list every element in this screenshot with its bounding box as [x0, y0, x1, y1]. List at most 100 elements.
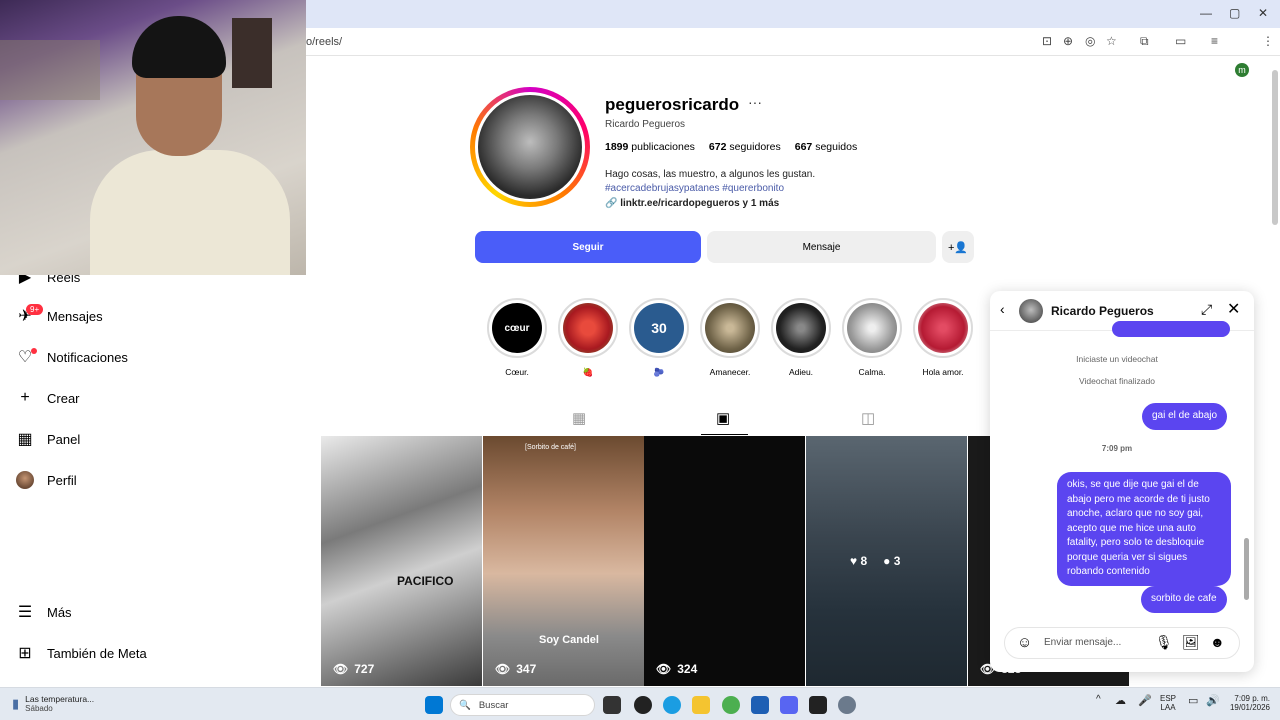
system-message: Iniciaste un videochat [1076, 354, 1158, 364]
follow-button[interactable]: Seguir [475, 231, 701, 263]
sidebar-item-mas[interactable]: ☰ Más [16, 603, 72, 621]
cloud-icon[interactable]: ☁ [1115, 694, 1126, 707]
sidebar-item-crear[interactable]: + Crear [16, 389, 80, 407]
tagged-icon[interactable]: ◫ [861, 409, 875, 427]
reels-tab-icon[interactable]: ▣ [716, 409, 730, 427]
chat-contact-name[interactable]: Ricardo Pegueros [1051, 304, 1154, 318]
start-button[interactable] [425, 696, 443, 714]
expand-icon[interactable]: ⤢ [1201, 301, 1212, 318]
message-button[interactable]: Mensaje [707, 231, 936, 263]
active-tab-indicator [701, 434, 748, 435]
message-bubble: gai el de abajo [1142, 403, 1228, 430]
posts-grid-icon[interactable]: ▦ [572, 409, 586, 427]
heart-icon: ♥ [850, 554, 858, 568]
maximize-button[interactable]: ▢ [1229, 6, 1240, 20]
app-icon[interactable] [634, 696, 652, 714]
weather-widget[interactable]: ▮ Las temperatura... Sábado [12, 694, 94, 713]
eye-icon: 👁 [495, 662, 511, 676]
reel-tile[interactable]: 👁 324 [644, 436, 805, 686]
sidebar-item-label: Panel [47, 431, 81, 447]
sidebar-item-label: Crear [47, 390, 80, 406]
chat-avatar[interactable] [1019, 299, 1043, 323]
chrome-icon[interactable] [722, 696, 740, 714]
close-window-button[interactable]: ✕ [1258, 6, 1268, 20]
store-icon[interactable] [751, 696, 769, 714]
network-icon[interactable]: ▭ [1188, 694, 1198, 707]
sidebar-item-label: Notificaciones [47, 349, 128, 365]
microphone-icon[interactable]: 🎙 [1155, 634, 1173, 651]
emoji-icon[interactable]: ☺ [1017, 634, 1032, 651]
sidebar-item-panel[interactable]: ▦ Panel [16, 430, 80, 448]
eye-icon: 👁 [656, 662, 672, 676]
sticker-icon[interactable]: ☻ [1210, 634, 1225, 650]
zoom-icon[interactable]: ⊕ [1063, 34, 1073, 48]
eye-off-icon[interactable]: ◎ [1085, 34, 1095, 48]
message-bubble: okis, se que dije que gai el de abajo pe… [1057, 472, 1231, 586]
message-bubble: sorbito de cafe [1141, 586, 1227, 613]
settings-icon[interactable] [838, 696, 856, 714]
browser-profile-avatar[interactable]: m [1235, 63, 1249, 77]
profile-stats: 1899 publicaciones 672 seguidores 667 se… [605, 141, 857, 153]
highlight-item[interactable]: Amanecer. [699, 298, 761, 377]
edge-icon[interactable] [663, 696, 681, 714]
language-indicator[interactable]: ESP LAA [1160, 694, 1176, 712]
epic-games-icon[interactable] [809, 696, 827, 714]
sidebar-item-label: También de Meta [47, 645, 147, 661]
page-scrollbar[interactable] [1272, 70, 1278, 225]
message-placeholder: Enviar mensaje... [1044, 637, 1122, 648]
profile-username: peguerosricardo [605, 95, 740, 114]
chat-panel: ‹ Ricardo Pegueros ⤢ ✕ Iniciaste un vide… [990, 291, 1254, 672]
highlight-item[interactable]: Hola amor. [912, 298, 974, 377]
sidebar-item-tambien-de-meta[interactable]: ⊞ También de Meta [16, 644, 147, 662]
message-input[interactable]: ☺ Enviar mensaje... 🎙 🖼 ☻ [1004, 627, 1240, 659]
highlight-item[interactable]: cœur Cœur. [486, 298, 548, 377]
reel-tile-hovered[interactable]: ♥ 8 ● 3 [806, 436, 967, 686]
sidebar-item-perfil[interactable]: Perfil [16, 471, 77, 489]
task-view-icon[interactable] [603, 696, 621, 714]
discord-icon[interactable] [780, 696, 798, 714]
bookmark-star-icon[interactable]: ☆ [1106, 34, 1117, 48]
reel-tile[interactable]: [Sorbito de café] Soy Candel 👁 347 [483, 436, 644, 686]
image-icon[interactable]: 🖼 [1182, 634, 1200, 651]
reel-tile[interactable]: PACIFICO 👁 727 [321, 436, 482, 686]
chat-scrollbar[interactable] [1244, 538, 1249, 600]
file-explorer-icon[interactable] [692, 696, 710, 714]
media-icon[interactable]: ≡ [1211, 34, 1218, 48]
minimize-button[interactable]: — [1200, 6, 1212, 20]
profile-hashtags[interactable]: #acercadebrujasypatanes #quererbonito [605, 183, 784, 194]
weather-icon: ▮ [12, 695, 20, 711]
highlight-item[interactable]: 🍓 [557, 298, 619, 378]
mic-icon[interactable]: 🎤 [1138, 694, 1152, 707]
url-field[interactable]: o/reels/ [306, 36, 342, 48]
search-icon: 🔍 [459, 699, 471, 711]
volume-icon[interactable]: 🔊 [1206, 694, 1220, 707]
install-app-icon[interactable]: ⊡ [1042, 34, 1052, 48]
clock[interactable]: 7:09 p. m. 19/01/2026 [1226, 694, 1270, 712]
system-message: Videochat finalizado [1079, 376, 1155, 386]
profile-avatar[interactable] [475, 92, 585, 202]
notification-dot [31, 348, 37, 354]
browser-menu-icon[interactable]: ⋮ [1262, 34, 1274, 48]
message-bubble-partial [1112, 321, 1230, 337]
highlight-item[interactable]: Adieu. [770, 298, 832, 377]
split-view-icon[interactable]: ▭ [1175, 34, 1186, 48]
following-stat[interactable]: 667 seguidos [795, 141, 857, 153]
link-icon: 🔗 [605, 198, 618, 209]
taskbar-search[interactable]: 🔍 Buscar [450, 694, 595, 716]
followers-stat[interactable]: 672 seguidores [709, 141, 781, 153]
add-user-icon[interactable]: +👤 [942, 231, 974, 263]
sidebar-item-label: Perfil [47, 472, 77, 488]
menu-icon: ☰ [17, 604, 33, 621]
avatar [16, 471, 34, 489]
profile-link[interactable]: 🔗 linktr.ee/ricardopegueros y 1 más [605, 198, 779, 209]
close-icon[interactable]: ✕ [1227, 299, 1240, 319]
extensions-icon[interactable]: ⧉ [1140, 34, 1149, 49]
back-icon[interactable]: ‹ [1000, 301, 1005, 317]
reel-views: 👁 324 [656, 662, 698, 676]
more-options-icon[interactable]: ··· [748, 94, 762, 110]
message-timestamp: 7:09 pm [1101, 444, 1133, 453]
highlight-item[interactable]: Calma. [841, 298, 903, 377]
highlight-item[interactable]: 30 🫐 [628, 298, 690, 378]
tray-chevron-icon[interactable]: ^ [1096, 694, 1101, 705]
grid-icon: ⊞ [18, 645, 32, 662]
